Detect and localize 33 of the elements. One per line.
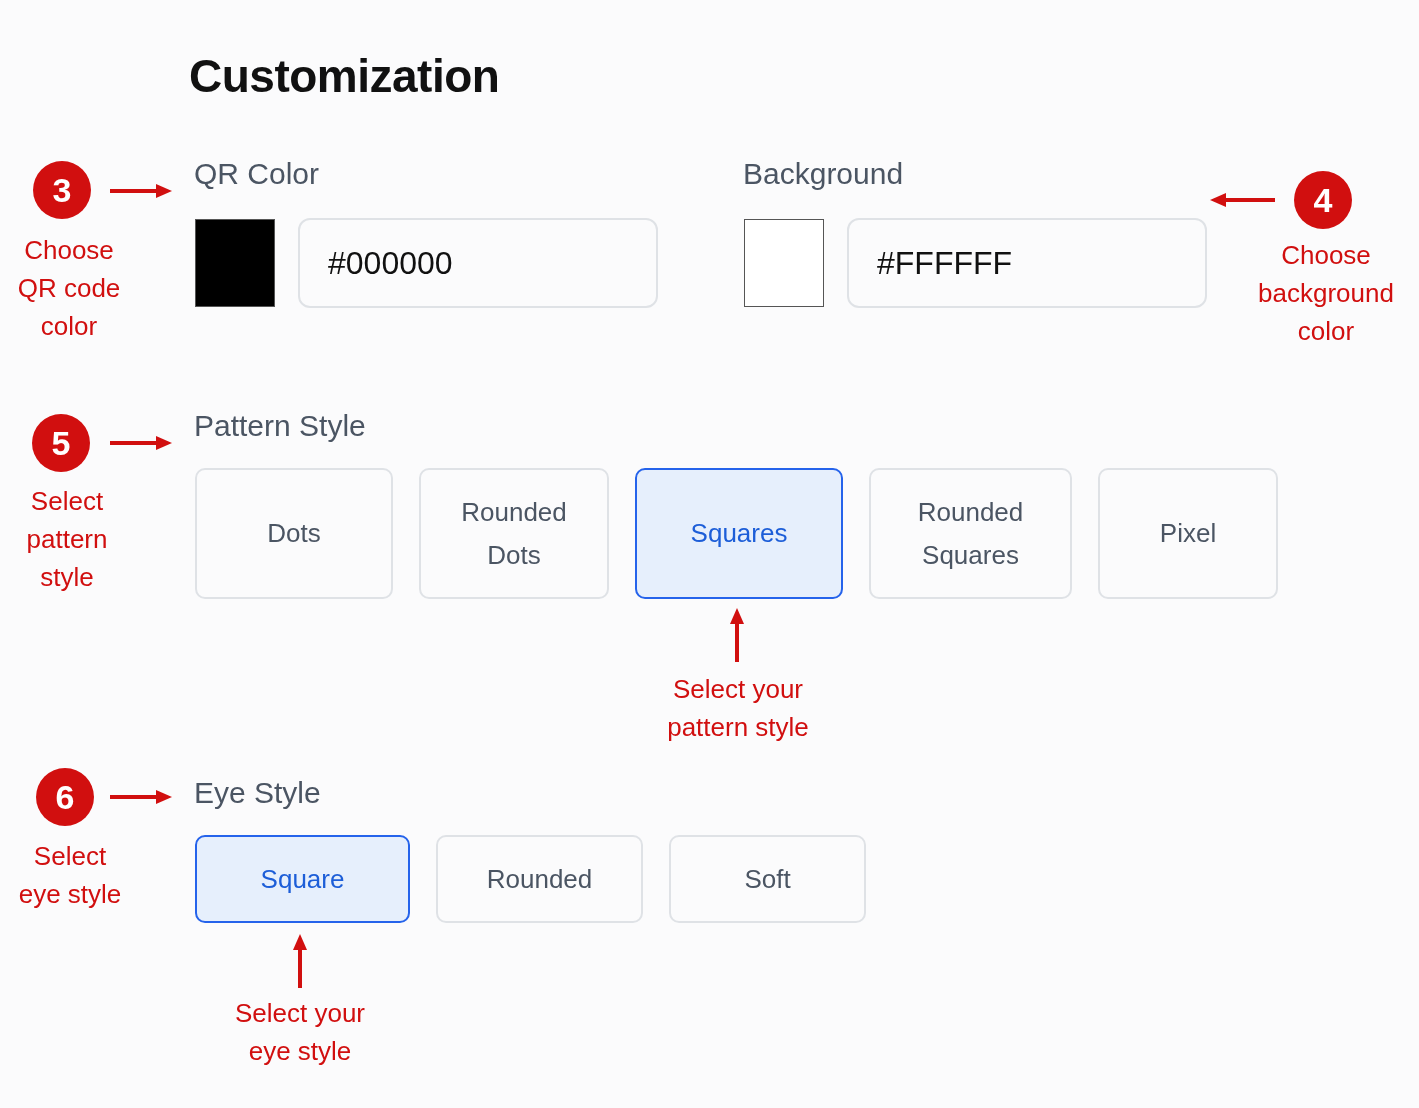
annotation-text: Select pattern style (26, 485, 108, 594)
color-swatch[interactable] (195, 219, 275, 307)
annotation-text: Select your eye style (234, 997, 366, 1068)
step-number-badge: 5 (32, 414, 90, 472)
section-label: Eye Style (194, 775, 321, 811)
arrow-icon (110, 787, 172, 807)
hex-input-field[interactable]: #000000 (298, 218, 658, 308)
color-swatch[interactable] (744, 219, 824, 307)
hex-input-field[interactable]: #FFFFFF (847, 218, 1207, 308)
annotation-text: Choose QR code color (17, 234, 121, 343)
style-option[interactable]: Soft (669, 835, 866, 923)
arrow-icon (110, 433, 172, 453)
field-label: Background (743, 156, 904, 192)
field-label: QR Color (194, 156, 320, 192)
style-option[interactable]: Square (195, 835, 410, 923)
style-option[interactable]: Dots (195, 468, 393, 599)
arrow-icon (110, 181, 172, 201)
step-number-badge: 6 (36, 768, 94, 826)
arrow-icon (727, 608, 747, 662)
style-option[interactable]: Rounded Squares (869, 468, 1072, 599)
style-option[interactable]: Pixel (1098, 468, 1278, 599)
style-option[interactable]: Squares (635, 468, 843, 599)
step-number-badge: 4 (1294, 171, 1352, 229)
annotation-text: Select your pattern style (667, 673, 809, 744)
section-label: Pattern Style (194, 408, 366, 444)
arrow-icon (1210, 190, 1275, 210)
step-number-badge: 3 (33, 161, 91, 219)
page-title: Customization (189, 49, 500, 104)
style-option[interactable]: Rounded (436, 835, 643, 923)
annotation-text: Select eye style (18, 840, 122, 911)
style-option[interactable]: Rounded Dots (419, 468, 609, 599)
arrow-icon (290, 934, 310, 988)
annotation-text: Choose background color (1258, 239, 1394, 348)
